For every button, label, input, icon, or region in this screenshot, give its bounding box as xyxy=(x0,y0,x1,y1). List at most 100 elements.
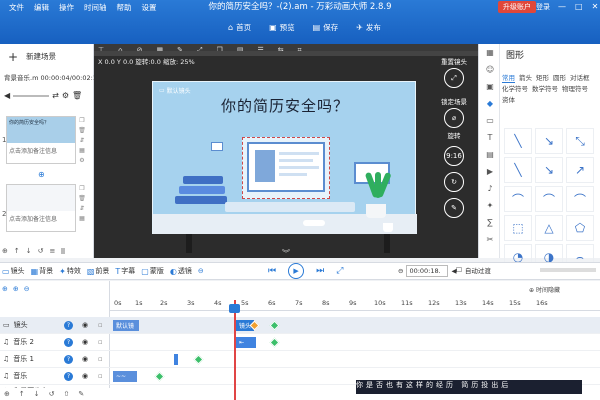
lock-icon[interactable]: ▫ xyxy=(98,338,103,346)
keyframe-icon[interactable] xyxy=(154,371,165,382)
down-icon[interactable]: ↓ xyxy=(34,390,40,398)
scrollbar[interactable] xyxy=(61,248,66,254)
up-icon[interactable]: ↑ xyxy=(19,390,25,398)
track-music-1[interactable]: ♫ 音乐 1 ? ◉ ▫ xyxy=(0,351,110,368)
line-shape-item[interactable]: ╲ xyxy=(504,128,532,154)
tab-common[interactable]: 常用 xyxy=(502,74,515,83)
menu-icon[interactable]: ≡ xyxy=(50,247,56,255)
grid-icon[interactable]: ▦ xyxy=(77,146,87,156)
eye-icon[interactable]: ◉ xyxy=(82,321,88,329)
keyframe-icon[interactable] xyxy=(269,337,280,348)
chart-icon[interactable]: ▤ xyxy=(479,146,501,163)
tool-icon[interactable]: ✂ xyxy=(479,231,501,248)
help-icon[interactable]: ? xyxy=(64,354,73,364)
lock-icon[interactable]: ▫ xyxy=(98,321,103,329)
foreground-tool[interactable]: ▧ 前景 xyxy=(87,266,110,276)
track-music-2[interactable]: ♫ 音乐 2 ? ◉ ▫ xyxy=(0,334,110,351)
scene-note[interactable]: 点击添加备注信息 xyxy=(7,211,75,226)
time-ruler[interactable]: 0s 1s 2s 3s 4s 5s 6s 7s 8s 9s 10s 11s 12… xyxy=(110,297,600,311)
text-icon[interactable]: T xyxy=(479,129,501,146)
replace-icon[interactable]: ⇄ xyxy=(52,91,59,100)
maximize-icon[interactable]: □ xyxy=(575,0,583,13)
tab-chemistry[interactable]: 化学符号 xyxy=(502,85,528,93)
playhead[interactable] xyxy=(234,300,236,400)
triangle-shape-item[interactable]: △ xyxy=(535,215,563,241)
split-icon[interactable]: ⇵ xyxy=(77,204,87,214)
hide-time-toggle[interactable]: ⊕ 时间隐藏 xyxy=(529,285,560,294)
settings-icon[interactable]: ⚙ xyxy=(77,156,87,166)
arrow-shape-item[interactable]: ↗ xyxy=(566,157,594,183)
books-illustration[interactable] xyxy=(175,174,227,204)
arrow-shape-item[interactable]: ↘ xyxy=(535,128,563,154)
canvas-stage[interactable]: ▭ 默认镜头 你的简历安全吗？ xyxy=(152,81,417,234)
reset-camera-icon[interactable]: ⤢ xyxy=(444,68,464,88)
tab-arrow[interactable]: 箭头 xyxy=(519,74,532,82)
music-icon[interactable]: ♪ xyxy=(479,180,501,197)
delete-icon[interactable]: 🗑 xyxy=(77,194,87,204)
ratio-button[interactable]: 9:16 xyxy=(444,146,464,166)
zoom-in-icon[interactable]: ⊕ xyxy=(13,285,19,293)
pentagon-shape-item[interactable]: ⬠ xyxy=(566,215,594,241)
lens-tool[interactable]: ◐ 透镜 xyxy=(170,266,192,276)
svg-icon[interactable]: ✦ xyxy=(479,197,501,214)
camera-lane[interactable]: 默认镜 镜头 xyxy=(110,317,600,334)
delete-icon[interactable]: 🗑 xyxy=(77,126,87,136)
fullscreen-icon[interactable]: ⤢ xyxy=(336,266,343,276)
camera-tool[interactable]: ▭ 镜头 xyxy=(2,266,25,276)
camera-frame-label[interactable]: ▭ 默认镜头 xyxy=(159,86,191,95)
music-clip[interactable]: ⇤ xyxy=(236,337,256,348)
down-icon[interactable]: ↓ xyxy=(26,247,32,255)
volume-slider[interactable] xyxy=(13,94,50,97)
track-music[interactable]: ♫ 音乐 ? ◉ ▫ xyxy=(0,368,110,385)
arrow-shape-item[interactable]: ↘ xyxy=(535,157,563,183)
add-transition-icon[interactable]: ⊕ xyxy=(38,170,45,179)
keyframe-icon[interactable] xyxy=(193,354,204,365)
laptop-illustration[interactable] xyxy=(242,137,330,199)
help-icon[interactable]: ? xyxy=(64,320,73,330)
default-camera-block[interactable]: 默认镜 xyxy=(113,320,139,331)
tab-math[interactable]: 数学符号 xyxy=(532,85,558,93)
rewind-icon[interactable]: ⏮ xyxy=(268,266,276,276)
login-button[interactable]: 登录 xyxy=(536,1,550,13)
publish-button[interactable]: ✈ 发布 xyxy=(350,19,387,35)
chat-bubble-small[interactable] xyxy=(211,142,223,151)
graphic-icon[interactable]: ▭ xyxy=(479,112,501,129)
auto-transition[interactable]: ☐ 自动过渡 xyxy=(456,265,491,275)
role-icon[interactable]: ☺ xyxy=(479,61,501,78)
minimize-icon[interactable]: — xyxy=(558,0,566,13)
add-scene-icon[interactable]: ⊕ xyxy=(2,247,8,255)
bgm-row[interactable]: 背景音乐.m 00:00:04/00:02:10 xyxy=(4,72,101,82)
double-arrow-shape-item[interactable]: ⤡ xyxy=(566,128,594,154)
up-icon[interactable]: ↑ xyxy=(14,247,20,255)
track-camera[interactable]: ▭ 镜头 ? ◉ ▫ xyxy=(0,317,110,334)
preview-button[interactable]: ▣ 预览 xyxy=(263,19,301,35)
scene-thumbnail-2[interactable]: 点击添加备注信息 xyxy=(6,184,76,232)
tab-circle[interactable]: 圆形 xyxy=(553,74,566,82)
more-icon[interactable]: ⊖ xyxy=(198,267,204,275)
lock-icon[interactable]: ▫ xyxy=(98,355,103,363)
scene-thumbnail-1[interactable]: 你的简历安全吗？ 点击添加备注信息 xyxy=(6,116,76,164)
effect-tool[interactable]: ✦ 特效 xyxy=(59,266,81,276)
mask-tool[interactable]: ▢ 蒙版 xyxy=(141,266,164,276)
curve-shape-item[interactable]: ⌒ xyxy=(535,186,563,212)
lock-icon[interactable]: ▫ xyxy=(98,372,103,380)
tab-rect[interactable]: 矩形 xyxy=(536,74,549,82)
scene-icon[interactable]: ▦ xyxy=(479,44,501,61)
eye-icon[interactable]: ◉ xyxy=(82,372,88,380)
grid-icon[interactable]: ▦ xyxy=(77,214,87,224)
undo-icon[interactable]: ↺ xyxy=(49,390,55,398)
gear-icon[interactable]: ⚙ xyxy=(62,91,69,100)
scene-note[interactable]: 点击添加备注信息 xyxy=(7,143,75,158)
close-icon[interactable]: ✕ xyxy=(592,0,599,13)
line-shape-item[interactable]: ╲ xyxy=(504,157,532,183)
zoom-out-icon[interactable]: ⊖ xyxy=(24,285,30,293)
chevron-down-icon[interactable]: ︾ xyxy=(262,250,310,260)
eye-icon[interactable]: ◉ xyxy=(82,355,88,363)
video-icon[interactable]: ▶ xyxy=(479,163,501,180)
music-clip[interactable]: ~~ xyxy=(113,371,137,382)
rect-shape-item[interactable]: ⬚ xyxy=(504,215,532,241)
image-icon[interactable]: ▣ xyxy=(479,78,501,95)
playhead-handle[interactable] xyxy=(229,304,240,313)
copy-icon[interactable]: ❐ xyxy=(77,116,87,126)
help-icon[interactable]: ? xyxy=(64,371,73,381)
